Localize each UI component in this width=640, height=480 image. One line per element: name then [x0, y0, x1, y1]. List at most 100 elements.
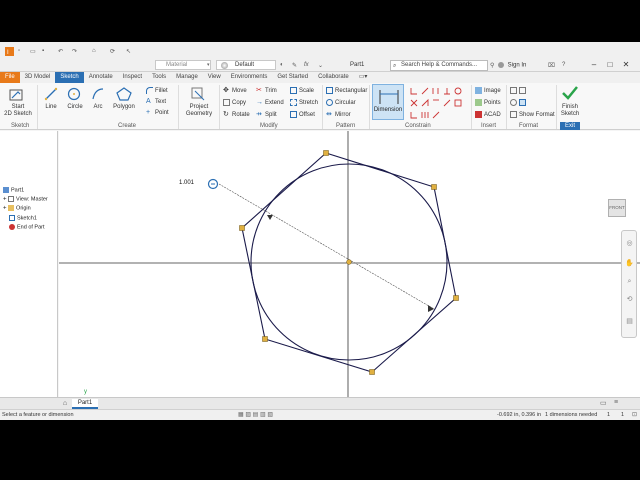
- save-icon[interactable]: ▪: [42, 46, 44, 56]
- finish-sketch-button[interactable]: [562, 86, 578, 102]
- tab-get-started[interactable]: Get Started: [272, 72, 313, 83]
- rotate-button[interactable]: ↻ Rotate: [223, 111, 250, 118]
- collinear-icon: [421, 87, 429, 95]
- minimize-button[interactable]: –: [588, 60, 600, 70]
- acad-button[interactable]: ACAD: [475, 111, 501, 118]
- graphics-window[interactable]: 1.001 x y: [59, 131, 640, 412]
- dimension-icon: [379, 90, 399, 104]
- pan-icon[interactable]: ✋: [625, 259, 634, 268]
- update-icon[interactable]: ⟳: [110, 46, 115, 56]
- home-icon[interactable]: ⌂: [92, 46, 96, 56]
- search-placeholder: Search Help & Commands...: [401, 62, 478, 68]
- divider: [178, 85, 179, 129]
- tree-item-view[interactable]: + View: Master: [3, 196, 48, 202]
- tree-item-end-of-part[interactable]: End of Part: [9, 224, 45, 230]
- document-tab-part1[interactable]: Part1: [72, 399, 98, 409]
- line-button[interactable]: [44, 87, 58, 103]
- text-button[interactable]: A Text: [146, 98, 166, 105]
- clear-icon[interactable]: ✎: [292, 60, 297, 70]
- dimension-button[interactable]: Dimension: [372, 84, 404, 120]
- material-dropdown[interactable]: Material: [155, 60, 211, 70]
- tab-annotate[interactable]: Annotate: [84, 72, 118, 83]
- status-icons[interactable]: ▦ ▨ ▤ ▥ ▧: [238, 411, 273, 418]
- appearance-dropdown[interactable]: Default: [216, 60, 276, 70]
- dimension-value[interactable]: 1.001: [179, 180, 194, 186]
- rotate-label: Rotate: [232, 112, 250, 119]
- format-row-2[interactable]: [510, 99, 528, 106]
- circle-label: Circle: [67, 104, 83, 110]
- offset-label: Offset: [299, 112, 315, 119]
- tab-view[interactable]: View: [203, 72, 226, 83]
- viewcube[interactable]: FRONT: [608, 199, 626, 217]
- copy-button[interactable]: Copy: [223, 99, 246, 106]
- customize-icon[interactable]: ⌄: [318, 60, 323, 70]
- steering-wheel-icon[interactable]: ◎: [625, 239, 634, 248]
- status-prompt: Select a feature or dimension: [2, 412, 74, 418]
- close-button[interactable]: ✕: [620, 60, 632, 70]
- start-sketch-icon: [9, 89, 23, 101]
- select-icon[interactable]: ↖: [126, 46, 131, 56]
- tab-collaborate[interactable]: Collaborate: [313, 72, 354, 83]
- point-button[interactable]: + Point: [146, 109, 169, 116]
- tree-item-part[interactable]: Part1: [3, 187, 24, 193]
- undo-icon[interactable]: ↶: [58, 46, 63, 56]
- tab-manage[interactable]: Manage: [171, 72, 203, 83]
- search-input[interactable]: ⌕ Search Help & Commands...: [390, 60, 488, 71]
- circle-button[interactable]: [67, 87, 81, 103]
- status-settings-icon[interactable]: ⊡: [632, 411, 637, 418]
- rectangular-pattern-button[interactable]: Rectangular: [326, 87, 367, 94]
- scale-button[interactable]: Scale: [290, 87, 314, 94]
- project-geometry-button[interactable]: [190, 86, 206, 104]
- stretch-button[interactable]: Stretch: [290, 99, 318, 106]
- extend-label: Extend: [265, 100, 284, 107]
- parameters-icon[interactable]: fx: [304, 60, 309, 70]
- cart-icon[interactable]: ⌧: [548, 60, 555, 70]
- tree-item-origin[interactable]: + Origin: [3, 205, 31, 211]
- tab-menu-icon[interactable]: ≡: [614, 399, 618, 406]
- tab-file[interactable]: File: [0, 72, 20, 83]
- tree-item-sketch[interactable]: Sketch1: [9, 215, 37, 221]
- polygon-button[interactable]: [116, 87, 132, 103]
- tab-sketch[interactable]: Sketch: [55, 72, 84, 83]
- adjust-icon[interactable]: ◐: [280, 60, 284, 70]
- tree-item-label: End of Part: [17, 224, 45, 231]
- new-icon[interactable]: ▫: [18, 46, 20, 56]
- home-tab-icon[interactable]: ⌂: [60, 399, 70, 409]
- model-browser: Part1 + View: Master + Origin Sketch1 En…: [0, 131, 58, 397]
- split-button[interactable]: ⇸ Split: [256, 111, 277, 118]
- offset-button[interactable]: Offset: [290, 111, 315, 118]
- tab-inspect[interactable]: Inspect: [118, 72, 147, 83]
- look-at-icon[interactable]: ▤: [625, 317, 634, 326]
- arc-button[interactable]: [91, 87, 105, 103]
- vertex-point: [369, 369, 375, 375]
- sign-in-link[interactable]: Sign In: [498, 62, 526, 69]
- constraint-grid: [408, 86, 468, 120]
- divider: [506, 85, 507, 129]
- image-button[interactable]: Image: [475, 87, 501, 94]
- app-menu-icon[interactable]: I: [4, 46, 14, 56]
- open-icon[interactable]: ▭: [30, 46, 36, 56]
- start-2d-sketch-button[interactable]: [8, 86, 26, 104]
- format-row-1[interactable]: [510, 87, 528, 94]
- tab-tools[interactable]: Tools: [147, 72, 171, 83]
- circular-pattern-button[interactable]: Circular: [326, 99, 356, 106]
- orbit-icon[interactable]: ⟲: [625, 295, 634, 304]
- ribbon-options-icon[interactable]: ▭▾: [354, 72, 373, 83]
- maximize-button[interactable]: □: [604, 60, 616, 70]
- zoom-icon[interactable]: ⌕: [625, 277, 634, 286]
- sketch-label: Sketch: [560, 111, 580, 117]
- help-icon[interactable]: ?: [562, 60, 565, 70]
- fillet-button[interactable]: Fillet: [146, 87, 168, 94]
- tab-3d-model[interactable]: 3D Model: [20, 72, 56, 83]
- points-button[interactable]: Points: [475, 99, 501, 106]
- binoculars-icon[interactable]: ⚲: [490, 60, 494, 70]
- trim-button[interactable]: ✂ Trim: [256, 87, 277, 94]
- acad-icon: [475, 111, 482, 118]
- tab-environments[interactable]: Environments: [226, 72, 273, 83]
- mirror-button[interactable]: ⇹ Mirror: [326, 111, 351, 118]
- extend-button[interactable]: → Extend: [256, 99, 284, 106]
- tab-layout-icon[interactable]: ▭: [600, 399, 607, 407]
- move-button[interactable]: ✥ Move: [223, 87, 247, 94]
- show-format-button[interactable]: Show Format: [510, 111, 555, 118]
- redo-icon[interactable]: ↷: [72, 46, 77, 56]
